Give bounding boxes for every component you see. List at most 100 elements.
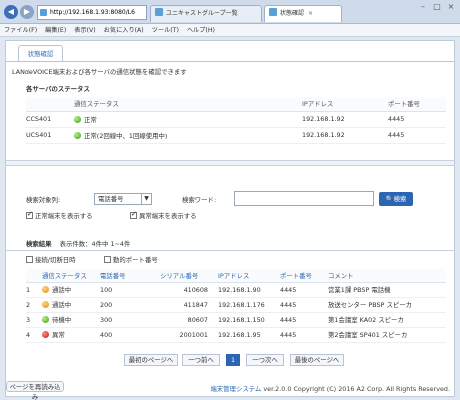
- table-row[interactable]: 3 待機中 300 80607 192.168.1.150 4445 第1会議室…: [26, 312, 446, 328]
- abnormal-terminal-option[interactable]: 異常端末を表示する: [130, 210, 197, 220]
- row-phone: 100: [100, 282, 160, 298]
- row-ip: 192.168.1.95: [218, 327, 280, 343]
- search-button[interactable]: 🔍検索: [379, 192, 413, 206]
- dynamic-port-option[interactable]: 動的ポート番号: [104, 255, 158, 264]
- row-number: 3: [26, 312, 42, 328]
- row-ip: 192.168.1.176: [218, 297, 280, 313]
- row-port: 4445: [280, 282, 328, 298]
- close-tab-icon[interactable]: ×: [308, 10, 313, 17]
- normal-terminal-checkbox[interactable]: [26, 210, 33, 219]
- status-green-icon: [42, 316, 49, 323]
- tab-favicon-icon: [155, 8, 163, 16]
- abnormal-terminal-checkbox[interactable]: [130, 210, 137, 219]
- status-text: 待機中: [52, 316, 72, 324]
- connect-time-option[interactable]: 接続/切断日時: [26, 255, 76, 264]
- server-status-table: 通信ステータス IPアドレス ポート番号 CCS401 正常 192.168.1…: [26, 97, 446, 144]
- menu-favorites[interactable]: お気に入り(A): [100, 24, 148, 37]
- table-header-row: 通信ステータス IPアドレス ポート番号: [26, 97, 446, 112]
- column-header-phone[interactable]: 電話番号: [100, 269, 160, 283]
- normal-terminal-option[interactable]: 正常端末を表示する: [26, 210, 93, 220]
- row-comment: 放送センター PBSP スピーカ: [328, 297, 446, 313]
- row-status: 待機中: [42, 312, 100, 328]
- row-phone: 200: [100, 297, 160, 313]
- maximize-icon[interactable]: □: [432, 2, 442, 12]
- last-page-button[interactable]: 最後のページへ: [290, 354, 344, 366]
- pane-splitter[interactable]: [6, 160, 454, 166]
- menu-file[interactable]: ファイル(F): [0, 24, 41, 37]
- page-content: 状態確認 LANdeVOICE端末および各サーバの通信状態を確認できます 各サー…: [5, 40, 455, 397]
- table-row[interactable]: 1 通話中 100 410608 192.168.1.90 4445 営業1課 …: [26, 282, 446, 298]
- table-row[interactable]: 4 異常 400 2001001 192.168.1.95 4445 第2会議室…: [26, 327, 446, 343]
- server-status-title: 各サーバのステータス: [26, 85, 90, 93]
- status-red-icon: [42, 331, 49, 338]
- search-column-select[interactable]: 電話番号 ▼: [94, 193, 152, 205]
- row-status: 通話中: [42, 282, 100, 298]
- checkbox-label: 動的ポート番号: [113, 256, 158, 264]
- tab-label: 状態確認: [280, 10, 305, 17]
- server-port: 4445: [388, 127, 446, 144]
- column-header-port[interactable]: ポート番号: [280, 269, 328, 283]
- status-orange-icon: [42, 301, 49, 308]
- column-header: ポート番号: [388, 97, 446, 112]
- menu-help[interactable]: ヘルプ(H): [183, 24, 219, 37]
- results-count: 表示件数：4件中 1~4件: [59, 240, 131, 248]
- row-number: 4: [26, 327, 42, 343]
- menu-view[interactable]: 表示(V): [70, 24, 99, 37]
- column-header-serial[interactable]: シリアル番号: [160, 269, 218, 283]
- address-url: http://192.168.1.93:8080/L6: [50, 9, 135, 16]
- server-port: 4445: [388, 111, 446, 128]
- menu-tools[interactable]: ツール(T): [148, 24, 183, 37]
- system-name: 端末管理システム: [210, 385, 262, 393]
- window-controls: – □ ×: [414, 2, 456, 12]
- search-button-label: 検索: [393, 195, 407, 203]
- row-comment: 営業1課 PBSP 電話機: [328, 282, 446, 298]
- search-condition-label: 検索対象列:: [26, 196, 61, 204]
- back-icon[interactable]: ◀: [4, 5, 18, 19]
- next-page-button[interactable]: 一つ次へ: [246, 354, 284, 366]
- prev-page-button[interactable]: 一つ前へ: [182, 354, 220, 366]
- checkbox-label: 正常端末を表示する: [35, 212, 93, 220]
- search-icon: 🔍: [385, 195, 394, 203]
- checkbox-label: 接続/切断日時: [35, 256, 76, 264]
- checkbox-label: 異常端末を表示する: [139, 212, 197, 220]
- reload-page-button[interactable]: ページを再読み込み: [6, 381, 64, 400]
- current-page-button[interactable]: 1: [226, 354, 240, 366]
- select-value: 電話番号: [98, 195, 124, 203]
- address-bar[interactable]: http://192.168.1.93:8080/L6: [37, 5, 147, 20]
- chevron-down-icon[interactable]: ▼: [141, 194, 151, 204]
- table-header-row: 通信ステータス 電話番号 シリアル番号 IPアドレス ポート番号 コメント: [26, 269, 446, 283]
- table-row: UCS401 正常(2回線中、1回線使用中) 192.168.1.92 4445: [26, 127, 446, 144]
- menu-edit[interactable]: 編集(E): [41, 24, 70, 37]
- status-text: 異常: [52, 331, 65, 339]
- row-port: 4445: [280, 297, 328, 313]
- table-row[interactable]: 2 通話中 200 411847 192.168.1.176 4445 放送セン…: [26, 297, 446, 313]
- status-orange-icon: [42, 286, 49, 293]
- minimize-icon[interactable]: –: [418, 2, 428, 12]
- server-name: CCS401: [26, 111, 74, 128]
- tab-status-check[interactable]: 状態確認 ×: [264, 5, 342, 22]
- tab-unicast-groups[interactable]: ユニキャストグループ一覧: [150, 5, 262, 22]
- row-status: 通話中: [42, 297, 100, 313]
- row-serial: 411847: [160, 297, 218, 313]
- column-header-status[interactable]: 通信ステータス: [42, 269, 100, 283]
- first-page-button[interactable]: 最初のページへ: [124, 354, 178, 366]
- close-window-icon[interactable]: ×: [446, 2, 456, 12]
- connect-time-checkbox[interactable]: [26, 256, 33, 263]
- column-header-ip[interactable]: IPアドレス: [218, 269, 280, 283]
- tab-label: ユニキャストグループ一覧: [166, 10, 238, 17]
- status-text: 通話中: [52, 301, 72, 309]
- page-icon: [40, 9, 47, 16]
- results-title: 検索結果: [26, 240, 52, 248]
- row-phone: 300: [100, 312, 160, 328]
- status-text: 正常: [84, 115, 97, 124]
- server-ip: 192.168.1.92: [302, 111, 388, 128]
- row-serial: 410608: [160, 282, 218, 298]
- tab-status[interactable]: 状態確認: [18, 45, 63, 62]
- dynamic-port-checkbox[interactable]: [104, 256, 111, 263]
- server-name: UCS401: [26, 127, 74, 144]
- forward-icon[interactable]: ▶: [20, 5, 34, 19]
- column-header: [26, 97, 74, 112]
- search-keyword-input[interactable]: [234, 191, 374, 206]
- row-ip: 192.168.1.90: [218, 282, 280, 298]
- browser-titlebar: ◀ ▶ http://192.168.1.93:8080/L6 ユニキャストグル…: [0, 0, 460, 24]
